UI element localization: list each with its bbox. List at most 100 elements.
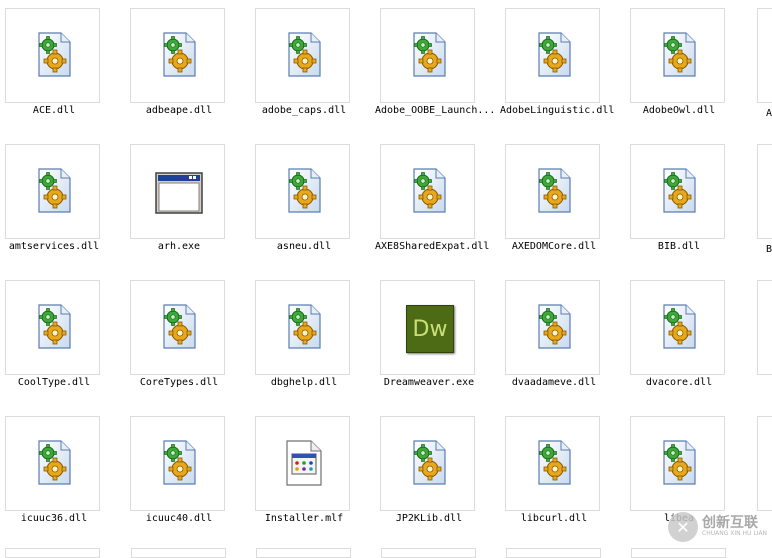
file-thumbnail[interactable] [255, 8, 350, 103]
file-thumbnail[interactable] [630, 280, 725, 375]
file-thumbnail-partial[interactable] [381, 548, 476, 558]
file-thumbnail[interactable] [505, 8, 600, 103]
dll-file-icon [535, 31, 573, 79]
file-thumbnail[interactable] [5, 144, 100, 239]
file-item[interactable]: AdobeOwl.dll [625, 0, 750, 136]
file-thumbnail[interactable] [5, 8, 100, 103]
file-name-label: Adobe_OOBE_Launch... [375, 105, 496, 116]
file-thumbnail[interactable] [380, 144, 475, 239]
dll-file-icon [285, 31, 323, 79]
file-name-label: adobe_caps.dll [261, 105, 347, 116]
file-item[interactable]: Adobe_OOBE_Launch... [375, 0, 500, 136]
file-item[interactable]: libcurl.dll [500, 408, 625, 544]
file-name-label: AXE8SharedExpat.dll [375, 241, 490, 252]
file-name-label: CoolType.dll [17, 377, 91, 388]
dreamweaver-icon: Dw [406, 303, 454, 353]
file-thumbnail[interactable] [380, 8, 475, 103]
file-thumbnail-partial[interactable] [757, 280, 772, 375]
dll-file-icon [35, 303, 73, 351]
file-name-label: dbghelp.dll [270, 377, 338, 388]
file-name-label: JP2KLib.dll [395, 513, 463, 524]
dll-file-icon [535, 303, 573, 351]
file-item[interactable]: asneu.dll [250, 136, 375, 272]
dll-file-icon [285, 167, 323, 215]
file-thumbnail[interactable] [380, 416, 475, 511]
dll-file-icon [35, 167, 73, 215]
partial-file-label: A [766, 108, 772, 119]
dreamweaver-icon-text: Dw [406, 305, 454, 353]
file-item[interactable]: arh.exe [125, 136, 250, 272]
file-name-label: amtservices.dll [8, 241, 100, 252]
file-item[interactable]: dvacore.dll [625, 272, 750, 408]
dll-file-icon [660, 439, 698, 487]
file-thumbnail[interactable] [630, 8, 725, 103]
file-thumbnail-partial[interactable] [757, 8, 772, 103]
file-thumbnail[interactable] [255, 280, 350, 375]
file-thumbnail-partial[interactable] [131, 548, 226, 558]
file-thumbnail[interactable] [5, 280, 100, 375]
file-item[interactable]: adbeape.dll [125, 0, 250, 136]
file-name-label: icuuc36.dll [20, 513, 88, 524]
file-thumbnail[interactable] [255, 416, 350, 511]
dll-file-icon [160, 303, 198, 351]
dll-file-icon [410, 167, 448, 215]
file-item[interactable]: Installer.mlf [250, 408, 375, 544]
file-item[interactable]: adobe_caps.dll [250, 0, 375, 136]
file-name-label: AXEDOMCore.dll [511, 241, 597, 252]
file-item[interactable]: CoreTypes.dll [125, 272, 250, 408]
file-thumbnail-partial[interactable] [757, 144, 772, 239]
file-thumbnail[interactable] [505, 416, 600, 511]
partial-file-label: B [766, 244, 772, 255]
file-item[interactable]: Dw Dreamweaver.exe [375, 272, 500, 408]
watermark: ✕ 创新互联 CHUANG XIN HU LIAN [668, 507, 768, 547]
file-thumbnail[interactable] [130, 280, 225, 375]
file-thumbnail-partial[interactable] [5, 548, 100, 558]
dll-file-icon [35, 439, 73, 487]
file-thumbnail[interactable] [630, 416, 725, 511]
file-name-label: CoreTypes.dll [139, 377, 219, 388]
file-thumbnail[interactable] [5, 416, 100, 511]
file-name-label: arh.exe [157, 241, 201, 252]
installer-file-icon [285, 439, 323, 487]
file-thumbnail[interactable] [505, 280, 600, 375]
file-thumbnail[interactable] [130, 8, 225, 103]
dll-file-icon [285, 303, 323, 351]
file-item[interactable]: dbghelp.dll [250, 272, 375, 408]
file-thumbnail[interactable] [255, 144, 350, 239]
application-window-icon [155, 167, 203, 215]
file-item[interactable]: AXE8SharedExpat.dll [375, 136, 500, 272]
dll-file-icon [160, 31, 198, 79]
file-thumbnail-partial[interactable] [256, 548, 351, 558]
dll-file-icon [35, 31, 73, 79]
file-thumbnail-partial[interactable] [631, 548, 726, 558]
file-item[interactable]: AdobeLinguistic.dll [500, 0, 625, 136]
file-name-label: ACE.dll [32, 105, 76, 116]
file-thumbnail-partial[interactable] [506, 548, 601, 558]
file-item[interactable]: icuuc40.dll [125, 408, 250, 544]
file-thumbnail[interactable] [630, 144, 725, 239]
file-name-label: libcurl.dll [520, 513, 588, 524]
dll-file-icon [660, 31, 698, 79]
file-thumbnail[interactable] [505, 144, 600, 239]
file-thumbnail[interactable] [130, 416, 225, 511]
dll-file-icon [535, 439, 573, 487]
dll-file-icon [160, 439, 198, 487]
file-item[interactable]: amtservices.dll [0, 136, 125, 272]
file-item[interactable]: JP2KLib.dll [375, 408, 500, 544]
file-item[interactable]: CoolType.dll [0, 272, 125, 408]
file-item[interactable]: AXEDOMCore.dll [500, 136, 625, 272]
file-item[interactable]: dvaadameve.dll [500, 272, 625, 408]
file-name-label: Installer.mlf [264, 513, 344, 524]
file-thumbnail[interactable]: Dw [380, 280, 475, 375]
file-item[interactable]: ACE.dll [0, 0, 125, 136]
file-thumbnail[interactable] [130, 144, 225, 239]
file-grid: ACE.dll adbeape.dll adobe_caps.dll Adobe… [0, 0, 772, 553]
file-item[interactable]: BIB.dll [625, 136, 750, 272]
file-thumbnail-partial[interactable] [757, 416, 772, 511]
file-item[interactable]: icuuc36.dll [0, 408, 125, 544]
file-name-label: AdobeOwl.dll [642, 105, 716, 116]
file-name-label: BIB.dll [657, 241, 701, 252]
dll-file-icon [410, 31, 448, 79]
dll-file-icon [660, 167, 698, 215]
dll-file-icon [660, 303, 698, 351]
